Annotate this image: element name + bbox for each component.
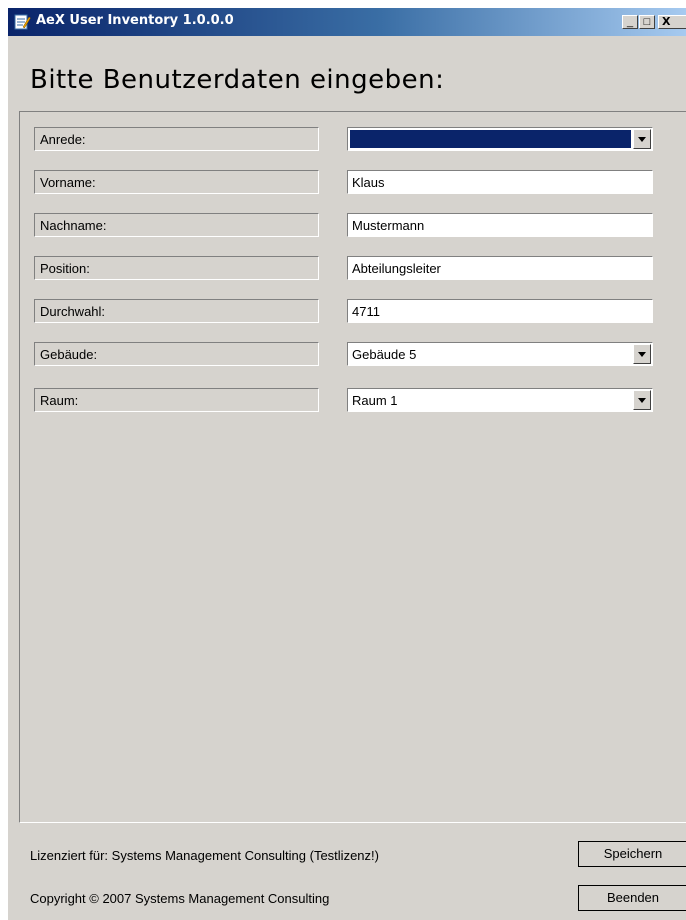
page-title: Bitte Benutzerdaten eingeben: (30, 65, 445, 95)
close-button[interactable]: X (658, 15, 686, 29)
field-label-raum: Raum: (34, 388, 319, 412)
raum-value: Raum 1 (352, 393, 398, 408)
label-text: Durchwahl: (40, 304, 106, 319)
label-text: Raum: (40, 393, 79, 408)
label-text: Gebäude: (40, 347, 98, 362)
position-input[interactable]: Abteilungsleiter (347, 256, 653, 280)
field-label-nachname: Nachname: (34, 213, 319, 237)
minimize-button[interactable]: _ (622, 15, 638, 29)
license-text: Lizenziert für: Systems Management Consu… (30, 848, 379, 863)
durchwahl-value: 4711 (352, 304, 380, 319)
label-text: Nachname: (40, 218, 107, 233)
selection-highlight (350, 130, 631, 148)
nachname-value: Mustermann (352, 218, 425, 233)
field-label-position: Position: (34, 256, 319, 280)
vorname-value: Klaus (352, 175, 385, 190)
copyright-text: Copyright © 2007 Systems Management Cons… (30, 891, 330, 906)
app-icon (14, 14, 31, 30)
anrede-select[interactable] (347, 127, 653, 151)
position-value: Abteilungsleiter (352, 261, 441, 276)
vorname-input[interactable]: Klaus (347, 170, 653, 194)
field-label-anrede: Anrede: (34, 127, 319, 151)
nachname-input[interactable]: Mustermann (347, 213, 653, 237)
chevron-down-icon[interactable] (633, 129, 651, 149)
save-button[interactable]: Speichern (578, 841, 686, 867)
chevron-down-icon[interactable] (633, 390, 651, 410)
app-window: AeX User Inventory 1.0.0.0 _ □ X Bitte B… (8, 8, 686, 920)
maximize-button[interactable]: □ (639, 15, 655, 29)
field-label-vorname: Vorname: (34, 170, 319, 194)
chevron-down-icon[interactable] (633, 344, 651, 364)
label-text: Vorname: (40, 175, 96, 190)
field-label-durchwahl: Durchwahl: (34, 299, 319, 323)
gebaeude-select[interactable]: Gebäude 5 (347, 342, 653, 366)
field-label-gebaeude: Gebäude: (34, 342, 319, 366)
raum-select[interactable]: Raum 1 (347, 388, 653, 412)
label-text: Position: (40, 261, 90, 276)
exit-button[interactable]: Beenden (578, 885, 686, 911)
title-bar[interactable]: AeX User Inventory 1.0.0.0 _ □ X (8, 8, 686, 36)
gebaeude-value: Gebäude 5 (352, 347, 417, 362)
window-title: AeX User Inventory 1.0.0.0 (36, 13, 234, 28)
label-text: Anrede: (40, 132, 86, 147)
durchwahl-input[interactable]: 4711 (347, 299, 653, 323)
